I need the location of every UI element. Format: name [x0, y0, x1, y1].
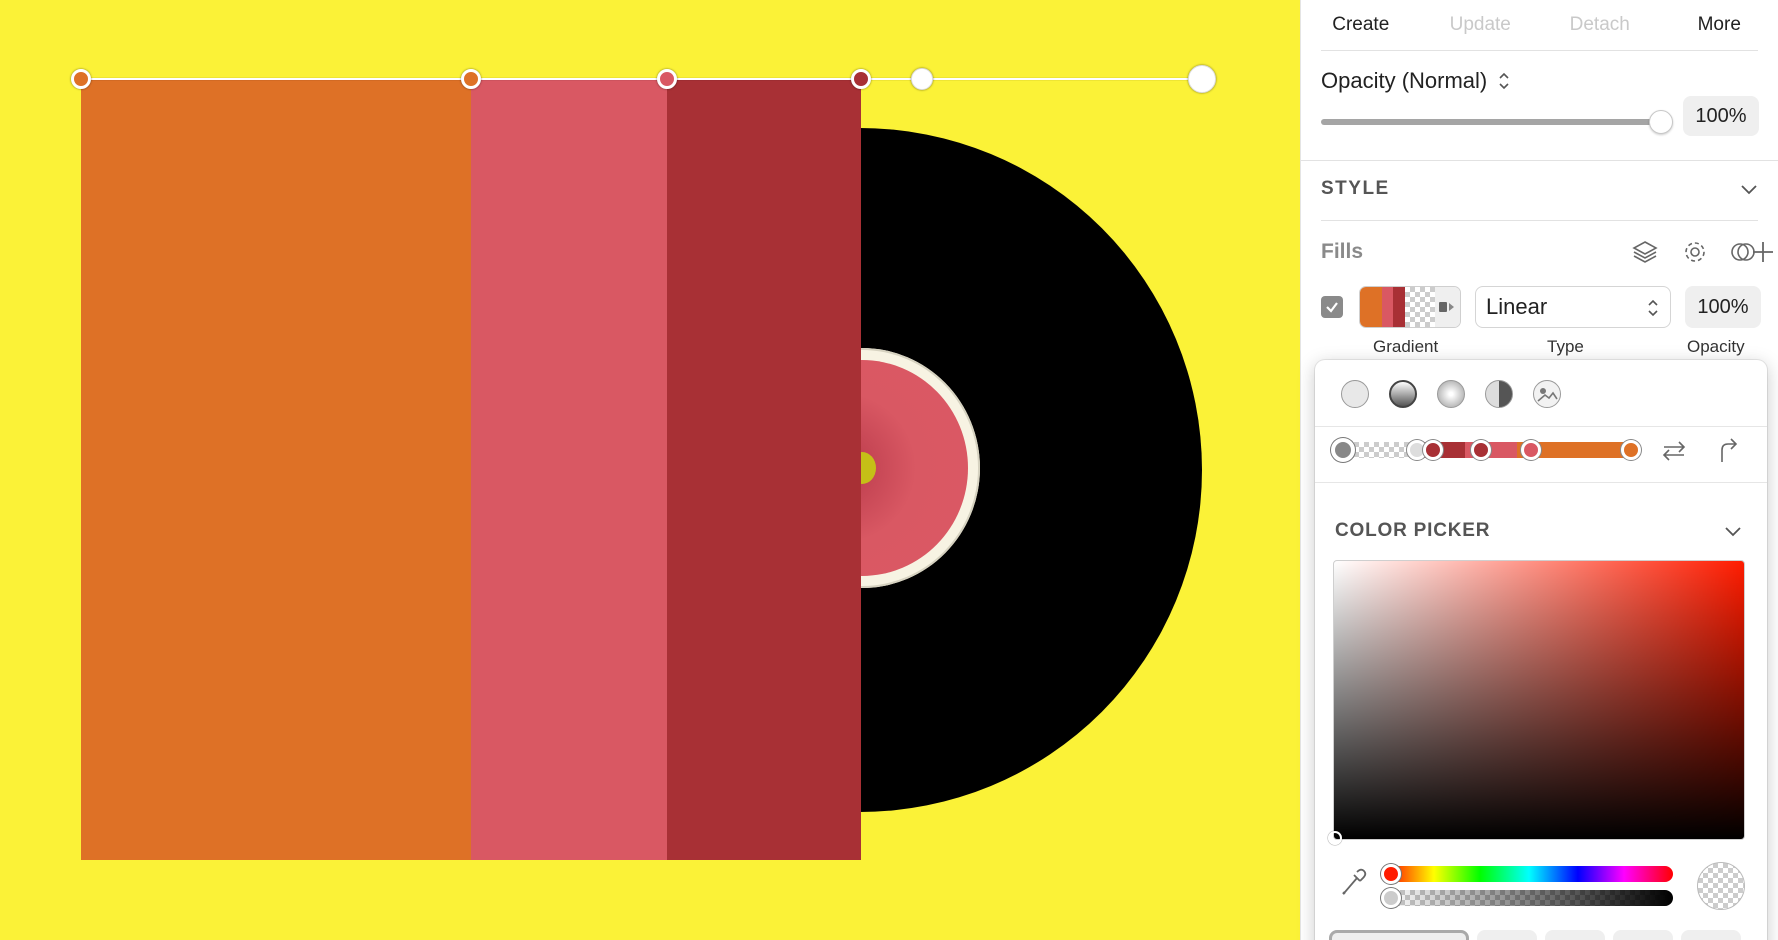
- gradient-sublabel: Gradient: [1373, 337, 1439, 356]
- fill-enabled-checkbox[interactable]: [1321, 296, 1343, 318]
- radial-gradient-icon[interactable]: [1437, 380, 1465, 408]
- gradient-stop-red[interactable]: [1423, 440, 1443, 460]
- blend-mode-label: Opacity (Normal): [1321, 68, 1488, 93]
- updown-chevron-icon: [1497, 70, 1511, 92]
- swatch-orange: [1360, 287, 1382, 327]
- gradient-stop-pink[interactable]: [1521, 440, 1541, 460]
- gradient-swatch-button[interactable]: [1359, 286, 1461, 328]
- hue-slider[interactable]: [1381, 864, 1673, 884]
- angular-gradient-icon[interactable]: [1485, 380, 1513, 408]
- hue-slider-knob[interactable]: [1381, 864, 1401, 884]
- swatch-tail: [1434, 287, 1460, 327]
- saturation-brightness-square[interactable]: [1328, 560, 1745, 845]
- update-button[interactable]: Update: [1421, 8, 1541, 42]
- linear-gradient-icon[interactable]: [1389, 380, 1417, 408]
- layers-icon[interactable]: [1631, 238, 1659, 266]
- gear-icon[interactable]: [1681, 238, 1709, 266]
- gradient-handle-orange-end[interactable]: [461, 69, 481, 89]
- gradient-stop-orange[interactable]: [1621, 440, 1641, 460]
- create-button[interactable]: Create: [1301, 8, 1421, 42]
- gradient-handle-orange[interactable]: [71, 69, 91, 89]
- gradient-band-pink: [471, 80, 667, 860]
- alpha-slider-knob[interactable]: [1381, 888, 1401, 908]
- gradient-band-orange: [81, 80, 471, 860]
- opacity-slider[interactable]: [1321, 108, 1673, 136]
- detach-button[interactable]: Detach: [1540, 8, 1660, 42]
- color-cursor[interactable]: [1328, 831, 1342, 845]
- inspector-panel: Create Update Detach More Opacity (Norma…: [1300, 0, 1778, 940]
- alpha-fade: [1385, 890, 1673, 906]
- opacity-sublabel: Opacity: [1687, 337, 1745, 356]
- swap-arrows-icon[interactable]: [1659, 436, 1689, 466]
- swatch-red: [1393, 287, 1406, 327]
- swatch-transparent: [1405, 287, 1435, 327]
- gradient-stop-transparent[interactable]: [1331, 438, 1355, 462]
- divider: [1321, 220, 1758, 221]
- type-sublabel: Type: [1547, 337, 1584, 356]
- opacity-input[interactable]: 100%: [1683, 96, 1759, 136]
- gradient-end-handle[interactable]: [1188, 65, 1216, 93]
- divider: [1315, 482, 1767, 483]
- alpha-slider[interactable]: [1385, 890, 1673, 906]
- swatch-pink: [1381, 287, 1394, 327]
- fill-type-select[interactable]: Linear: [1475, 286, 1671, 328]
- album-cover-shape[interactable]: [81, 80, 861, 860]
- updown-chevron-icon: [1646, 297, 1660, 319]
- preset-button[interactable]: [1477, 930, 1537, 940]
- fill-opacity-input[interactable]: 100%: [1685, 286, 1761, 328]
- preset-selector-button[interactable]: [1329, 930, 1469, 940]
- gradient-band-red: [667, 80, 861, 860]
- opacity-slider-track: [1321, 119, 1663, 125]
- fills-label: Fills: [1321, 240, 1364, 263]
- eyedropper-icon[interactable]: [1339, 866, 1367, 901]
- blend-mode-select[interactable]: Opacity (Normal): [1321, 68, 1511, 94]
- preset-button[interactable]: [1681, 930, 1741, 940]
- gradient-direction-line: [81, 78, 1201, 80]
- image-fill-icon[interactable]: [1533, 380, 1561, 408]
- more-button[interactable]: More: [1660, 8, 1778, 42]
- gradient-handle-pink[interactable]: [657, 69, 677, 89]
- gradient-stops-bar[interactable]: [1331, 438, 1641, 462]
- chevron-down-icon[interactable]: [1739, 182, 1759, 201]
- design-canvas[interactable]: [0, 0, 1300, 940]
- chevron-down-icon[interactable]: [1723, 524, 1743, 543]
- current-color-preview: [1697, 862, 1745, 910]
- opacity-slider-knob[interactable]: [1649, 110, 1673, 134]
- fill-type-value: Linear: [1486, 294, 1548, 319]
- divider: [1321, 50, 1758, 51]
- gradient-stop-red-2[interactable]: [1471, 440, 1491, 460]
- preset-button[interactable]: [1613, 930, 1673, 940]
- style-section-header[interactable]: STYLE: [1321, 178, 1390, 200]
- gradient-handle-transparent[interactable]: [911, 68, 933, 90]
- plus-icon[interactable]: [1749, 238, 1777, 266]
- divider: [1315, 426, 1767, 427]
- color-picker-header[interactable]: COLOR PICKER: [1335, 520, 1490, 542]
- gradient-handle-red[interactable]: [851, 69, 871, 89]
- preset-button[interactable]: [1545, 930, 1605, 940]
- solid-fill-icon[interactable]: [1341, 380, 1369, 408]
- symbol-toolbar: Create Update Detach More: [1301, 0, 1778, 50]
- divider: [1301, 160, 1778, 161]
- rotate-arrow-icon[interactable]: [1713, 436, 1743, 466]
- color-popover: COLOR PICKER: [1315, 360, 1767, 940]
